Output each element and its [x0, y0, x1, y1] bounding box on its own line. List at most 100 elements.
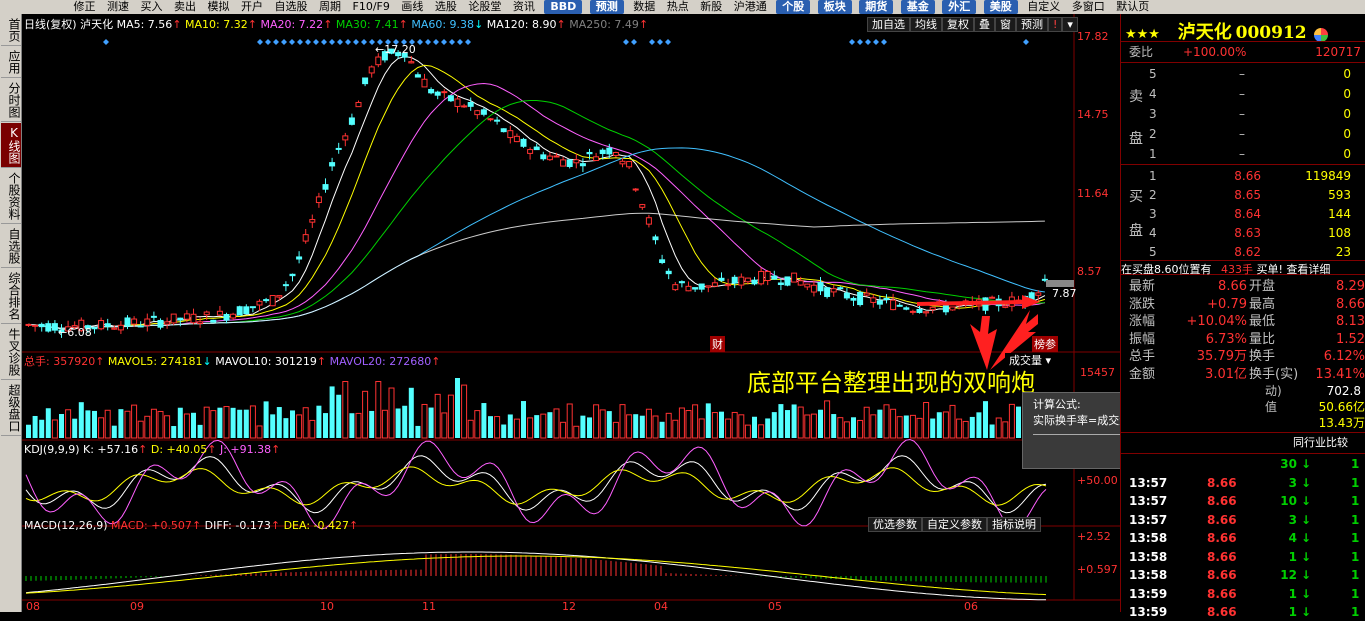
nav-apps[interactable]: 应用 [1, 47, 21, 78]
industry-compare-button[interactable]: 同行业比较 [1289, 435, 1352, 451]
toolbar-item[interactable]: 多窗口 [1068, 0, 1109, 14]
toolbar-item[interactable]: 默认页 [1112, 0, 1153, 14]
futures-tab[interactable]: 期货 [859, 0, 894, 14]
price-tick: 17.82 [1077, 30, 1109, 43]
sell-level-row[interactable]: 2–0 [1121, 125, 1365, 143]
macd-title[interactable]: MACD(12,26,9) [24, 519, 108, 532]
high-price-label: ←17.20 [375, 43, 416, 56]
toolbar-item[interactable]: 自选股 [271, 0, 312, 14]
nav-diagnosis[interactable]: 牛叉诊股 [1, 325, 21, 380]
tick-row: 30 ↓ 1 [1280, 457, 1360, 471]
sell-level-row[interactable]: 5–0 [1121, 65, 1365, 83]
view-detail-link[interactable]: 查看详细 [1286, 263, 1330, 276]
adjust-button[interactable]: 复权 [942, 17, 974, 32]
current-price-label: 7.87 [1052, 287, 1077, 300]
toolbar-item[interactable]: 修正 [70, 0, 100, 14]
toolbar-item[interactable]: F10/F9 [349, 0, 394, 14]
nav-stock-info[interactable]: 个股资料 [1, 169, 21, 224]
toolbar-item[interactable]: 画线 [397, 0, 427, 14]
toolbar-item[interactable]: 开户 [237, 0, 267, 14]
buy-info-row: 在买盘8.60位置有 433手 买单! 查看详细 [1121, 260, 1365, 276]
indicator-help-button[interactable]: 指标说明 [987, 517, 1041, 532]
toolbar-item[interactable]: 自定义 [1023, 0, 1064, 14]
macd-dea-label: DEA: -0.427 [283, 519, 349, 532]
volume-indicator-select[interactable]: 成交量 ▾ [1005, 353, 1073, 369]
bbd-button[interactable]: BBD [544, 0, 583, 14]
toolbar-item[interactable]: 选股 [431, 0, 461, 14]
toolbar-item[interactable]: 新股 [696, 0, 726, 14]
period-label[interactable]: 日线(复权) [24, 18, 77, 31]
toolbar-item[interactable]: 买入 [137, 0, 167, 14]
fund-tab[interactable]: 基金 [900, 0, 935, 14]
toolbar-item[interactable]: 周期 [315, 0, 345, 14]
stock-header: ★★★ 泸天化 000912 [1125, 18, 1365, 43]
price-tick: 14.75 [1077, 108, 1109, 121]
pointer-arrow-left [970, 316, 997, 370]
nav-ranking[interactable]: 综合排名 [1, 269, 21, 324]
quote-row: 涨跌 +0.79 最高 8.66 [1129, 296, 1365, 312]
forex-tab[interactable]: 外汇 [942, 0, 977, 14]
down-arrow-icon: ↓ [1301, 605, 1312, 619]
optimal-params-button[interactable]: 优选参数 [868, 517, 922, 532]
total-volume-label: 总手: 357920 [24, 355, 96, 368]
toolbar-item[interactable]: 论股堂 [464, 0, 505, 14]
buy-level-row[interactable]: 3 8.64 144 [1121, 205, 1365, 223]
buy-level-row[interactable]: 2 8.65 593 [1121, 186, 1365, 204]
sell-level-row[interactable]: 3–0 [1121, 105, 1365, 123]
buy-level-row[interactable]: 1 8.66 119849 [1121, 167, 1365, 185]
kdj-title[interactable]: KDJ(9,9,9) [24, 443, 80, 456]
x-tick: 10 [320, 600, 334, 613]
down-arrow-icon: ↓ [1301, 531, 1312, 545]
tick-row: 13:57 8.66 3 ↓ 1 [1129, 512, 1360, 527]
ma250-label: MA250: 7.49 [569, 18, 639, 31]
nav-intraday[interactable]: 分时图 [1, 79, 21, 122]
ma-button[interactable]: 均线 [910, 17, 942, 32]
stock-name-label: 泸天化 [80, 18, 114, 31]
tick-row: 13:59 8.66 1 ↓ 1 [1129, 605, 1360, 619]
sector-tab[interactable]: 板块 [817, 0, 852, 14]
volume-legend: 总手: 357920↑ MAVOL5: 274181↓ MAVOL10: 301… [24, 355, 441, 368]
stock-tab[interactable]: 个股 [776, 0, 811, 14]
dropdown-icon[interactable]: ▾ [1062, 17, 1078, 32]
sell-level-row[interactable]: 4–0 [1121, 85, 1365, 103]
top-toolbar: 修正 测速 买入 卖出 模拟 开户 自选股 周期 F10/F9 画线 选股 论股… [0, 0, 1365, 14]
ma20-label: MA20: 7.22 [260, 18, 324, 31]
down-arrow-icon: ↓ [1301, 494, 1312, 508]
toolbar-item[interactable]: 卖出 [170, 0, 200, 14]
ma10-label: MA10: 7.32 [185, 18, 248, 31]
overlay-button[interactable]: 叠 [974, 17, 995, 32]
quote-row: 振幅 6.73% 量比 1.52 [1129, 331, 1365, 347]
us-stock-tab[interactable]: 美股 [983, 0, 1018, 14]
nav-kline[interactable]: K线图 [1, 123, 21, 168]
annotation-text: 底部平台整理出现的双响炮 [747, 369, 1035, 397]
toolbar-item[interactable]: 数据 [629, 0, 659, 14]
exclaim-icon[interactable]: ! [1048, 17, 1063, 32]
toolbar-item[interactable]: 测速 [103, 0, 133, 14]
finance-marker[interactable]: 财 [710, 336, 725, 352]
toolbar-item[interactable]: 资讯 [509, 0, 539, 14]
ranking-marker[interactable]: 榜参 [1032, 336, 1058, 352]
quote-row: 最新 8.66 开盘 8.29 [1129, 279, 1365, 294]
window-button[interactable]: 窗 [995, 17, 1016, 32]
toolbar-item[interactable]: 沪港通 [730, 0, 771, 14]
kdj-j-label: J: +91.38 [219, 443, 272, 456]
x-tick: 04 [654, 600, 668, 613]
toolbar-item[interactable]: 模拟 [204, 0, 234, 14]
kdj-tick: +50.00 [1077, 474, 1118, 487]
forecast-chart-button[interactable]: 预测 [1016, 17, 1048, 32]
buy-level-row[interactable]: 5 8.62 23 [1121, 243, 1365, 261]
custom-params-button[interactable]: 自定义参数 [922, 517, 987, 532]
add-watchlist-button[interactable]: 加自选 [867, 17, 910, 32]
forecast-button[interactable]: 预测 [589, 0, 624, 14]
nav-orderbook[interactable]: 超级盘口 [1, 381, 21, 436]
nav-home[interactable]: 首页 [1, 15, 21, 46]
x-tick: 09 [130, 600, 144, 613]
buy-level-row[interactable]: 4 8.63 108 [1121, 224, 1365, 242]
toolbar-item[interactable]: 热点 [663, 0, 693, 14]
nav-watchlist[interactable]: 自选股 [1, 225, 21, 268]
macd-diff-label: DIFF: -0.173 [204, 519, 271, 532]
sell-level-row[interactable]: 1–0 [1121, 145, 1365, 163]
quote-row: 涨幅 +10.04% 最低 8.13 [1129, 314, 1365, 329]
chart-pie-icon[interactable] [1314, 27, 1329, 42]
macd-tick: +0.597 [1077, 563, 1118, 576]
